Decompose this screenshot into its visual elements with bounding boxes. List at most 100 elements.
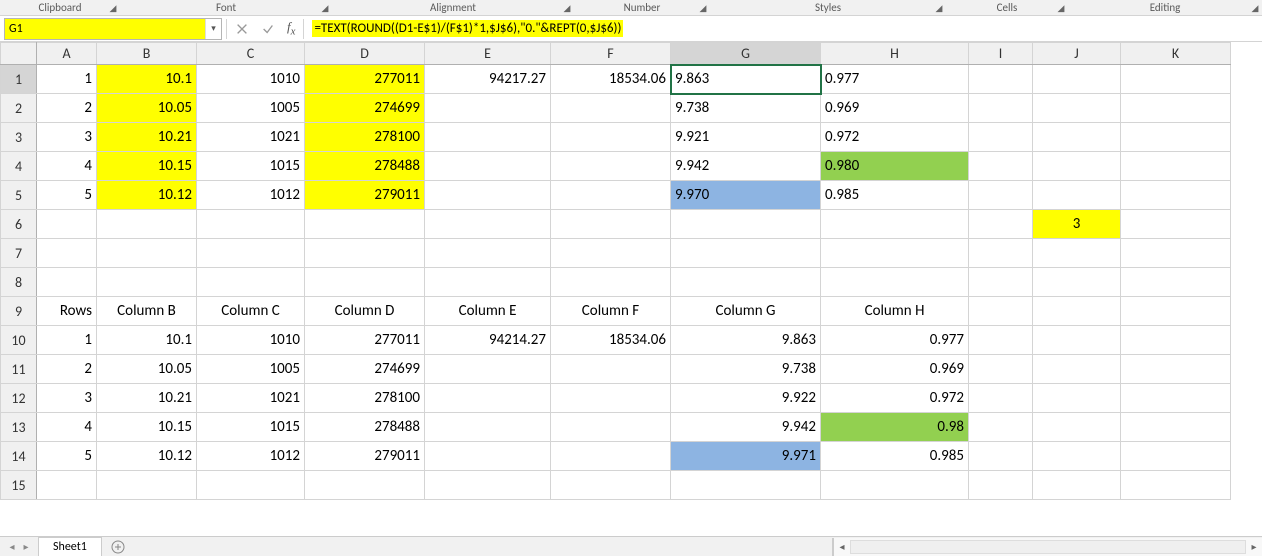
cell-G9[interactable]: Column G xyxy=(671,297,821,326)
cell-C15[interactable] xyxy=(197,471,305,500)
cell-D14[interactable]: 279011 xyxy=(305,442,425,471)
cell-A4[interactable]: 4 xyxy=(37,152,97,181)
cell-H5[interactable]: 0.985 xyxy=(821,181,969,210)
cell-B3[interactable]: 10.21 xyxy=(97,123,197,152)
column-header-G[interactable]: G xyxy=(671,43,821,65)
name-box-dropdown-icon[interactable]: ▾ xyxy=(205,19,221,39)
cell-E12[interactable] xyxy=(425,384,551,413)
cell-K8[interactable] xyxy=(1121,268,1231,297)
cell-A6[interactable] xyxy=(37,210,97,239)
cell-A11[interactable]: 2 xyxy=(37,355,97,384)
cell-J12[interactable] xyxy=(1033,384,1121,413)
spreadsheet-grid[interactable]: ABCDEFGHIJK 1110.1101027701194217.271853… xyxy=(0,42,1262,536)
cell-G12[interactable]: 9.922 xyxy=(671,384,821,413)
nav-next-icon[interactable]: ▸ xyxy=(20,540,32,553)
cell-J5[interactable] xyxy=(1033,181,1121,210)
row-header-14[interactable]: 14 xyxy=(1,442,37,471)
cell-J10[interactable] xyxy=(1033,326,1121,355)
cell-E11[interactable] xyxy=(425,355,551,384)
cell-F3[interactable] xyxy=(551,123,671,152)
cell-A3[interactable]: 3 xyxy=(37,123,97,152)
cell-B2[interactable]: 10.05 xyxy=(97,94,197,123)
cell-B7[interactable] xyxy=(97,239,197,268)
cell-I9[interactable] xyxy=(969,297,1033,326)
cell-H13[interactable]: 0.98 xyxy=(821,413,969,442)
cell-H6[interactable] xyxy=(821,210,969,239)
cell-I6[interactable] xyxy=(969,210,1033,239)
cell-A5[interactable]: 5 xyxy=(37,181,97,210)
cell-B15[interactable] xyxy=(97,471,197,500)
cell-A10[interactable]: 1 xyxy=(37,326,97,355)
cell-A2[interactable]: 2 xyxy=(37,94,97,123)
row-header-1[interactable]: 1 xyxy=(1,65,37,94)
cell-J9[interactable] xyxy=(1033,297,1121,326)
cell-F14[interactable] xyxy=(551,442,671,471)
cell-D5[interactable]: 279011 xyxy=(305,181,425,210)
cell-D4[interactable]: 278488 xyxy=(305,152,425,181)
scroll-track[interactable] xyxy=(850,540,1246,554)
cell-F2[interactable] xyxy=(551,94,671,123)
row-header-11[interactable]: 11 xyxy=(1,355,37,384)
cell-B9[interactable]: Column B xyxy=(97,297,197,326)
column-header-F[interactable]: F xyxy=(551,43,671,65)
cell-F11[interactable] xyxy=(551,355,671,384)
cell-A9[interactable]: Rows xyxy=(37,297,97,326)
add-sheet-button[interactable] xyxy=(108,537,128,557)
cell-J15[interactable] xyxy=(1033,471,1121,500)
cell-G13[interactable]: 9.942 xyxy=(671,413,821,442)
cell-E14[interactable] xyxy=(425,442,551,471)
cell-H7[interactable] xyxy=(821,239,969,268)
row-header-12[interactable]: 12 xyxy=(1,384,37,413)
cell-B6[interactable] xyxy=(97,210,197,239)
cell-E3[interactable] xyxy=(425,123,551,152)
row-header-3[interactable]: 3 xyxy=(1,123,37,152)
cell-H3[interactable]: 0.972 xyxy=(821,123,969,152)
formula-bar-input[interactable]: =TEXT(ROUND((D1-E$1)/(F$1)*1,$J$6),"0."&… xyxy=(308,18,1258,40)
cell-I8[interactable] xyxy=(969,268,1033,297)
cell-A12[interactable]: 3 xyxy=(37,384,97,413)
cell-I14[interactable] xyxy=(969,442,1033,471)
dialog-launcher-icon[interactable]: ◢ xyxy=(698,3,708,13)
cell-E1[interactable]: 94217.27 xyxy=(425,65,551,94)
cell-G2[interactable]: 9.738 xyxy=(671,94,821,123)
cell-C12[interactable]: 1021 xyxy=(197,384,305,413)
enter-formula-button[interactable] xyxy=(257,18,279,40)
cell-A1[interactable]: 1 xyxy=(37,65,97,94)
cell-A15[interactable] xyxy=(37,471,97,500)
cell-J4[interactable] xyxy=(1033,152,1121,181)
cell-J3[interactable] xyxy=(1033,123,1121,152)
dialog-launcher-icon[interactable]: ◢ xyxy=(562,3,572,13)
cell-J13[interactable] xyxy=(1033,413,1121,442)
cell-C7[interactable] xyxy=(197,239,305,268)
cell-F7[interactable] xyxy=(551,239,671,268)
cell-J1[interactable] xyxy=(1033,65,1121,94)
cell-C13[interactable]: 1015 xyxy=(197,413,305,442)
cell-F13[interactable] xyxy=(551,413,671,442)
cell-J8[interactable] xyxy=(1033,268,1121,297)
cell-K3[interactable] xyxy=(1121,123,1231,152)
row-header-8[interactable]: 8 xyxy=(1,268,37,297)
cell-I11[interactable] xyxy=(969,355,1033,384)
cell-C11[interactable]: 1005 xyxy=(197,355,305,384)
cell-C6[interactable] xyxy=(197,210,305,239)
cell-H1[interactable]: 0.977 xyxy=(821,65,969,94)
cell-K11[interactable] xyxy=(1121,355,1231,384)
cell-E5[interactable] xyxy=(425,181,551,210)
cell-D13[interactable]: 278488 xyxy=(305,413,425,442)
dialog-launcher-icon[interactable]: ◢ xyxy=(1250,3,1260,13)
cell-D6[interactable] xyxy=(305,210,425,239)
cell-K12[interactable] xyxy=(1121,384,1231,413)
cell-F4[interactable] xyxy=(551,152,671,181)
column-header-E[interactable]: E xyxy=(425,43,551,65)
row-header-6[interactable]: 6 xyxy=(1,210,37,239)
cell-I10[interactable] xyxy=(969,326,1033,355)
cell-H9[interactable]: Column H xyxy=(821,297,969,326)
cell-K10[interactable] xyxy=(1121,326,1231,355)
cell-D2[interactable]: 274699 xyxy=(305,94,425,123)
cell-I2[interactable] xyxy=(969,94,1033,123)
cell-E13[interactable] xyxy=(425,413,551,442)
cell-B1[interactable]: 10.1 xyxy=(97,65,197,94)
cell-K14[interactable] xyxy=(1121,442,1231,471)
row-header-15[interactable]: 15 xyxy=(1,471,37,500)
cell-G15[interactable] xyxy=(671,471,821,500)
